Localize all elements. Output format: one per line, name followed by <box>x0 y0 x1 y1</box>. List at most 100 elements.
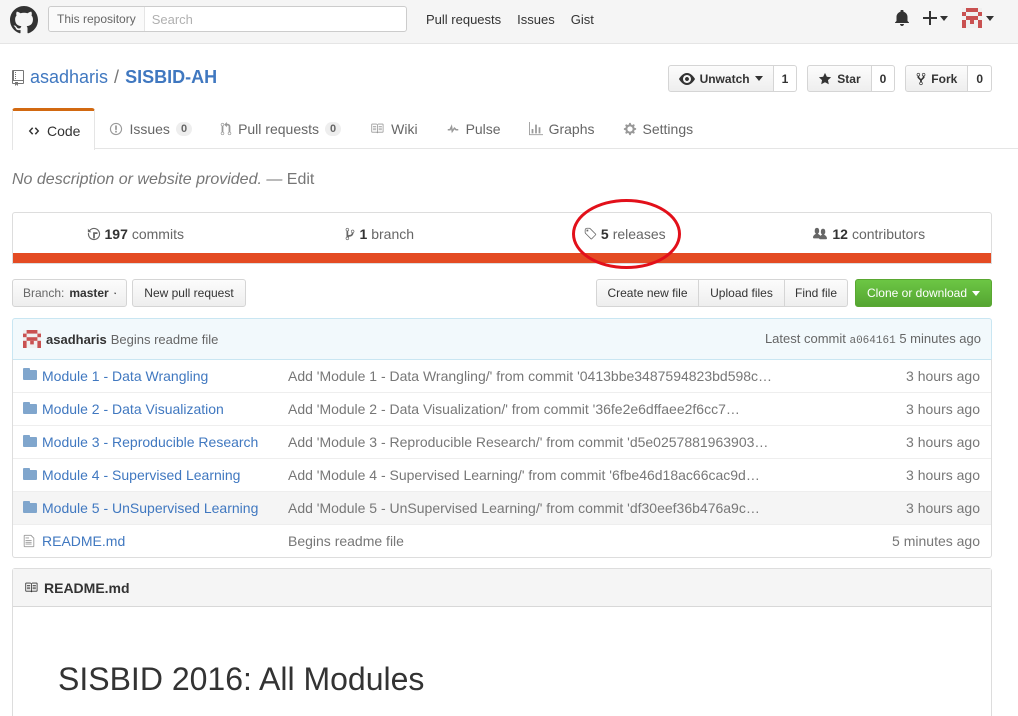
repo-title: asadharis / SISBID-AH <box>12 67 217 88</box>
tab-graphs-label: Graphs <box>548 120 595 137</box>
file-name-link[interactable]: README.md <box>42 533 125 549</box>
file-name-link[interactable]: Module 5 - UnSupervised Learning <box>42 500 258 516</box>
file-commit-message-link[interactable]: Add 'Module 4 - Supervised Learning/' fr… <box>288 467 760 483</box>
description-text: No description or website provided. <box>12 171 262 188</box>
tab-wiki[interactable]: Wiki <box>355 108 431 149</box>
branch-select-button[interactable]: Branch: master <box>12 279 127 307</box>
commits-label: commits <box>131 226 184 242</box>
create-new-file-button[interactable]: Create new file <box>596 279 699 307</box>
contributors-label: contributors <box>851 226 926 242</box>
eye-icon <box>678 72 695 85</box>
watch-group: Unwatch 1 <box>667 65 798 92</box>
edit-description-link[interactable]: Edit <box>287 171 315 188</box>
commit-message-link[interactable]: Begins readme file <box>111 332 219 347</box>
chevron-down-icon <box>940 15 948 21</box>
file-age: 3 hours ago <box>906 434 980 450</box>
commits-count: 197 <box>104 226 128 242</box>
git-branch-icon <box>346 227 355 241</box>
table-row: Module 4 - Supervised Learning Add 'Modu… <box>13 458 991 491</box>
file-list: Module 1 - Data Wrangling Add 'Module 1 … <box>12 359 992 558</box>
path-divider: / <box>114 67 120 87</box>
tab-wiki-label: Wiki <box>391 120 418 137</box>
file-commit-message-link[interactable]: Add 'Module 2 - Data Visualization/' fro… <box>288 401 740 417</box>
avatar <box>962 8 982 28</box>
file-name-link[interactable]: Module 3 - Reproducible Research <box>42 434 258 450</box>
pulse-icon <box>447 123 458 133</box>
releases-label: releases <box>612 226 666 242</box>
file-commit-message-link[interactable]: Add 'Module 1 - Data Wrangling/' from co… <box>288 368 772 384</box>
folder-icon <box>23 368 37 380</box>
avatar[interactable] <box>23 330 41 348</box>
folder-icon <box>23 435 37 447</box>
stars-count[interactable]: 0 <box>871 65 896 92</box>
unwatch-button[interactable]: Unwatch <box>667 65 774 92</box>
nav-gist[interactable]: Gist <box>571 12 594 27</box>
star-group: Star 0 <box>807 65 896 92</box>
file-age: 3 hours ago <box>906 401 980 417</box>
new-pull-request-button[interactable]: New pull request <box>132 279 246 307</box>
tab-code-label: Code <box>47 122 81 139</box>
commit-meta: Latest commit a064161 5 minutes ago <box>765 331 981 347</box>
numbers-summary: 197 commits 1 branch 5 releases 12 contr… <box>12 212 992 264</box>
star-button[interactable]: Star <box>807 65 872 92</box>
file-age: 5 minutes ago <box>892 533 980 549</box>
star-icon <box>819 72 832 84</box>
search-scope-label: This repository <box>49 7 145 31</box>
top-header: This repository Pull requests Issues Gis… <box>0 0 1018 44</box>
table-row: Module 3 - Reproducible Research Add 'Mo… <box>13 425 991 458</box>
tab-issues[interactable]: Issues 0 <box>95 108 206 149</box>
readme-filename: README.md <box>44 579 130 596</box>
tab-pulse[interactable]: Pulse <box>432 108 515 149</box>
table-row: Module 5 - UnSupervised Learning Add 'Mo… <box>13 491 991 524</box>
file-text-icon <box>23 534 35 548</box>
tab-graphs[interactable]: Graphs <box>515 108 609 149</box>
fork-group: Fork 0 <box>905 65 992 92</box>
tab-settings[interactable]: Settings <box>609 108 708 149</box>
commits-link[interactable]: 197 commits <box>13 213 258 255</box>
branches-link[interactable]: 1 branch <box>258 213 503 255</box>
language-bar[interactable] <box>13 253 991 263</box>
repo-nav-tabs: Code Issues 0 Pull requests 0 Wiki Pulse… <box>12 108 1018 150</box>
create-new-plus-icon[interactable] <box>923 11 948 25</box>
pull-requests-counter: 0 <box>325 121 342 136</box>
repo-owner-link[interactable]: asadharis <box>30 67 108 88</box>
tab-pull-requests[interactable]: Pull requests 0 <box>206 108 355 149</box>
search-input[interactable] <box>144 8 406 30</box>
commit-author-link[interactable]: asadharis <box>46 332 107 347</box>
chevron-down-icon <box>972 290 981 296</box>
file-age: 3 hours ago <box>906 467 980 483</box>
file-commit-message-link[interactable]: Add 'Module 3 - Reproducible Research/' … <box>288 434 768 450</box>
issues-counter: 0 <box>175 121 193 136</box>
commit-age: 5 minutes ago <box>899 331 981 346</box>
commit-sha-link[interactable]: a064161 <box>849 335 895 347</box>
file-commit-message-link[interactable]: Add 'Module 5 - UnSupervised Learning/' … <box>288 500 760 516</box>
contributors-link[interactable]: 12 contributors <box>747 213 992 255</box>
file-age: 3 hours ago <box>906 367 980 384</box>
chevron-down-icon <box>113 292 116 294</box>
branch-name: master <box>69 286 109 300</box>
nav-issues[interactable]: Issues <box>517 12 555 27</box>
fork-label: Fork <box>931 71 958 86</box>
nav-pull-requests[interactable]: Pull requests <box>426 12 501 27</box>
tab-code[interactable]: Code <box>12 108 96 150</box>
file-name-link[interactable]: Module 1 - Data Wrangling <box>42 368 208 384</box>
file-name-link[interactable]: Module 2 - Data Visualization <box>42 401 224 417</box>
chevron-down-icon <box>986 15 994 21</box>
fork-button[interactable]: Fork <box>905 65 969 92</box>
tab-settings-label: Settings <box>642 120 694 137</box>
clone-or-download-button[interactable]: Clone or download <box>855 279 992 307</box>
find-file-button[interactable]: Find file <box>784 279 848 307</box>
watchers-count[interactable]: 1 <box>773 65 798 92</box>
folder-icon <box>23 501 37 513</box>
forks-count[interactable]: 0 <box>968 65 992 92</box>
upload-files-button[interactable]: Upload files <box>698 279 785 307</box>
issue-opened-icon <box>110 122 123 135</box>
repo-name-link[interactable]: SISBID-AH <box>125 67 217 88</box>
file-commit-message-link[interactable]: Begins readme file <box>288 533 404 549</box>
notifications-bell-icon[interactable] <box>895 10 909 26</box>
file-age: 3 hours ago <box>906 500 980 516</box>
avatar-menu[interactable] <box>962 8 994 28</box>
github-logo-icon[interactable] <box>10 6 38 34</box>
releases-link[interactable]: 5 releases <box>502 213 747 255</box>
file-name-link[interactable]: Module 4 - Supervised Learning <box>42 467 240 483</box>
